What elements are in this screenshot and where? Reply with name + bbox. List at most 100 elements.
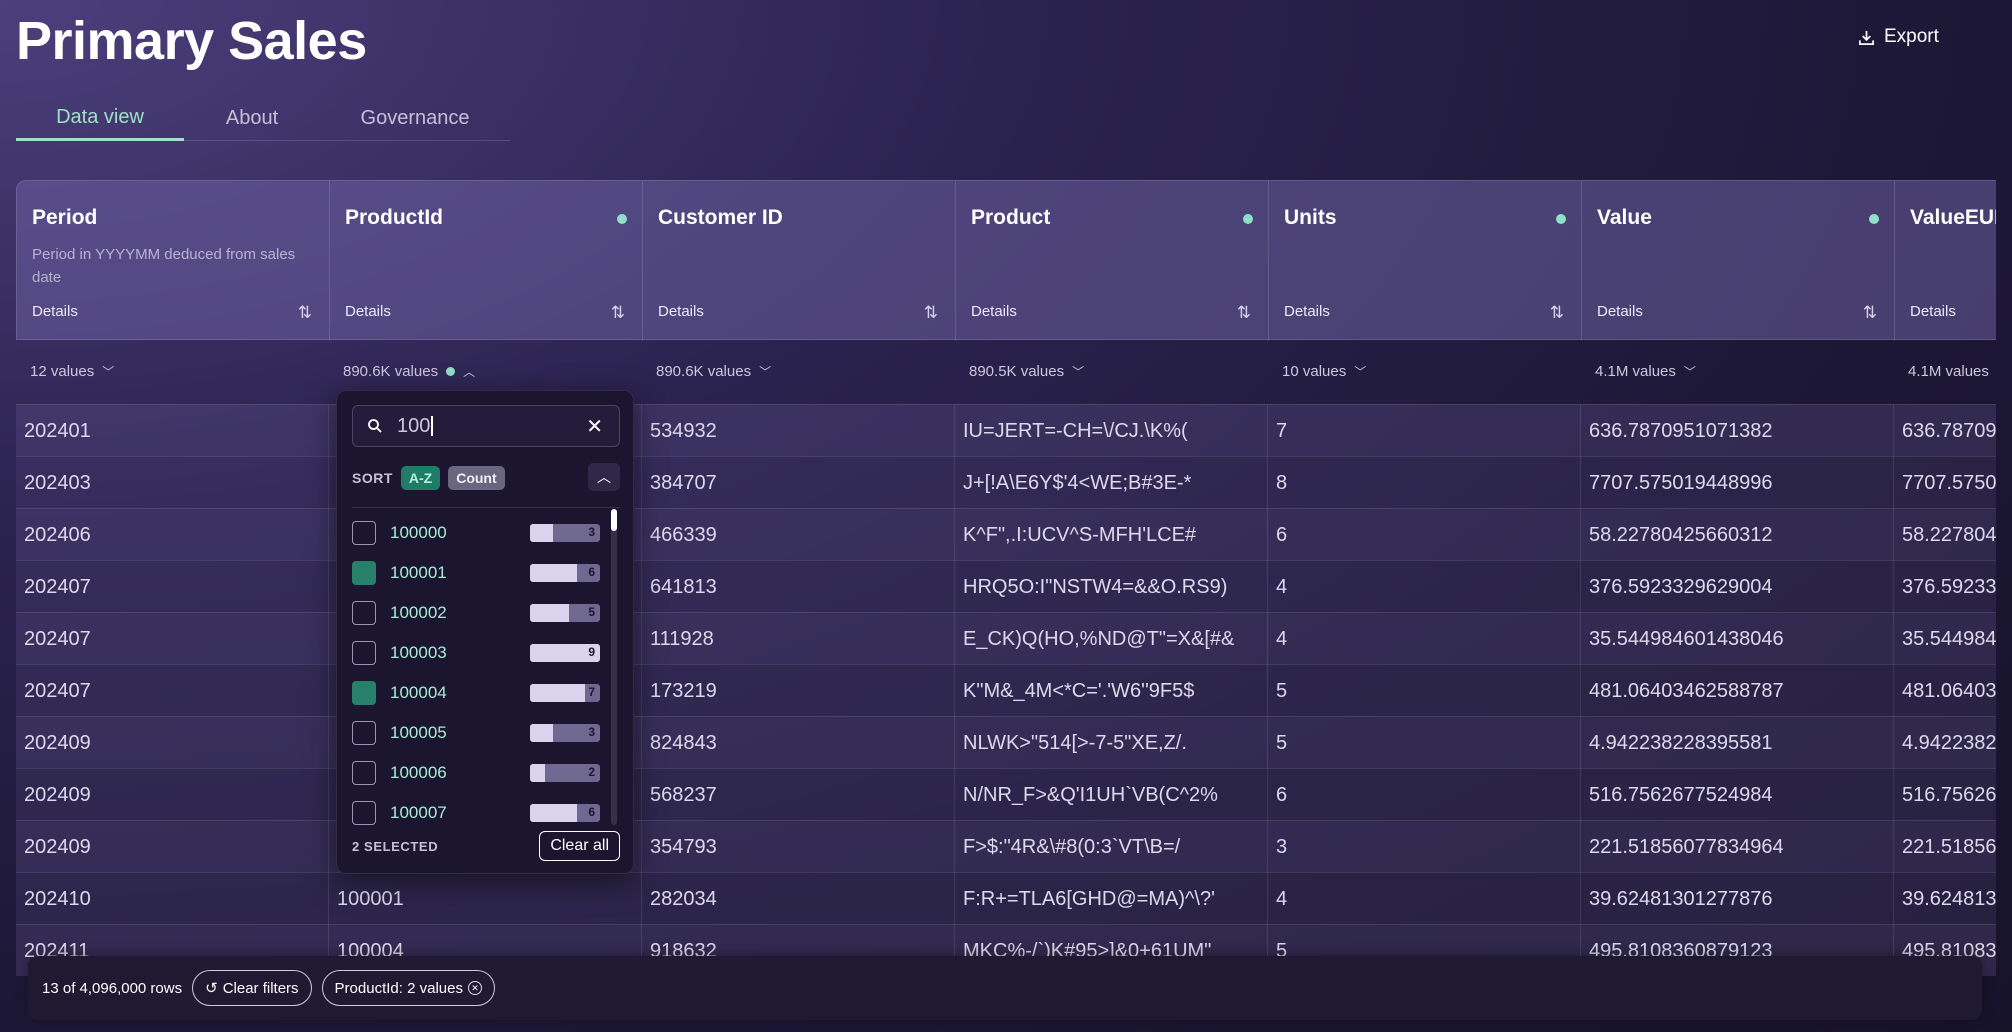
sort-icon[interactable]: ⇅ (611, 303, 625, 323)
table-row[interactable]: 202401 534932 IU=JERT=-CH=\/CJ.\K%(7 636.78… (16, 404, 1996, 457)
row-count: 13 of 4,096,000 rows (42, 979, 183, 997)
filter-summary: 890.6K values (343, 362, 439, 380)
column-filter-units[interactable]: 10 values ﹀ (1268, 340, 1581, 402)
text-caret (431, 416, 433, 436)
option-value: 100001 (390, 563, 447, 582)
clear-filters-button[interactable]: ↺ Clear filters (192, 970, 312, 1006)
value-option[interactable]: 100003 9 (352, 633, 602, 673)
scrollbar[interactable] (611, 509, 617, 825)
table-cell: 636.7870951071382 (1581, 405, 1894, 457)
details-link[interactable]: Details (1284, 303, 1330, 320)
filter-search-input[interactable]: 100 ✕ (352, 405, 620, 447)
value-list: 100000 3 100001 6 100002 5 100003 9 100004 7 10000… (352, 513, 602, 833)
data-grid: Period Period in YYYYMM deduced from sale… (16, 180, 1996, 1018)
checkbox[interactable] (352, 801, 376, 825)
column-filter-period[interactable]: 12 values ﹀ (16, 340, 329, 402)
tab-about[interactable]: About (184, 96, 320, 141)
table-row[interactable]: 202407 641813 HRQ5O:I"NSTW4=&&O.RS9) 4 376.5… (16, 560, 1996, 613)
count-bar-fill (530, 724, 554, 742)
table-cell: 5 (1268, 665, 1581, 717)
checkbox[interactable] (352, 601, 376, 625)
table-cell: 202409 (16, 717, 329, 769)
sort-az-button[interactable]: A-Z (400, 466, 441, 490)
table-cell: 4 (1268, 561, 1581, 613)
active-filter-chip[interactable]: ProductId: 2 values ✕ (321, 970, 495, 1006)
checkbox[interactable] (352, 521, 376, 545)
export-button[interactable]: Export (1857, 26, 1939, 48)
table-cell: HRQ5O:I"NSTW4=&&O.RS9) (955, 561, 1268, 613)
checkbox[interactable] (352, 561, 376, 585)
value-option[interactable]: 100001 6 (352, 553, 602, 593)
chevron-down-icon: ﹀ (1354, 364, 1367, 379)
option-count: 2 (588, 765, 595, 779)
filter-indicator-dot (1869, 214, 1879, 224)
reset-icon: ↺ (205, 980, 218, 997)
column-filter-product[interactable]: 890.5K values ﹀ (955, 340, 1268, 402)
table-row[interactable]: 202407 111928 E_CK)Q(HO,%ND@T"=X&[#& 4 35.54… (16, 612, 1996, 665)
clear-search-icon[interactable]: ✕ (586, 414, 603, 439)
column-name: Product (971, 206, 1051, 229)
tab-governance[interactable]: Governance (320, 96, 510, 141)
table-cell: 4.9422382 (1894, 717, 1996, 769)
column-description: Period in YYYYMM deduced from sales date (32, 246, 296, 286)
sort-icon[interactable]: ⇅ (1237, 303, 1251, 323)
table-cell: NLWK>"514[>-7-5"XE,Z/. (955, 717, 1268, 769)
table-row[interactable]: 202406 466339 K^F",.I:UCV^S-MFH'LCE# 6 58.22… (16, 508, 1996, 561)
value-option[interactable]: 100007 6 (352, 793, 602, 833)
clear-all-button[interactable]: Clear all (539, 831, 620, 861)
table-cell: N/NR_F>&Q'I1UH`VB(C^2% (955, 769, 1268, 821)
checkbox[interactable] (352, 761, 376, 785)
table-cell: 6 (1268, 509, 1581, 561)
sort-count-button[interactable]: Count (448, 466, 505, 490)
table-row[interactable]: 202409 824843 NLWK>"514[>-7-5"XE,Z/. 5 4.942… (16, 716, 1996, 769)
value-option[interactable]: 100004 7 (352, 673, 602, 713)
details-link[interactable]: Details (345, 303, 391, 320)
table-row[interactable]: 202409 354793 F>$:"4R&\#8(0:3`VT\B=/3 221.5… (16, 820, 1996, 873)
column-filter-customer-id[interactable]: 890.6K values ﹀ (642, 340, 955, 402)
sort-icon[interactable]: ⇅ (924, 303, 938, 323)
table-cell: 202409 (16, 821, 329, 873)
table-cell: 58.22780425660312 (1581, 509, 1894, 561)
table-cell: 516.7562677524984 (1581, 769, 1894, 821)
column-header-units: Units Details ⇅ (1269, 181, 1582, 341)
column-name: Units (1284, 206, 1337, 229)
checkbox[interactable] (352, 681, 376, 705)
value-option[interactable]: 100006 2 (352, 753, 602, 793)
details-link[interactable]: Details (1910, 303, 1956, 320)
value-option[interactable]: 100000 3 (352, 513, 602, 553)
checkbox[interactable] (352, 721, 376, 745)
value-option[interactable]: 100005 3 (352, 713, 602, 753)
scrollbar-thumb[interactable] (611, 509, 617, 531)
table-row[interactable]: 202409 568237 N/NR_F>&Q'I1UH`VB(C^2% 6 516.7… (16, 768, 1996, 821)
column-header-customer-id: Customer ID Details ⇅ (643, 181, 956, 341)
column-filter-value[interactable]: 4.1M values ﹀ (1581, 340, 1894, 402)
details-link[interactable]: Details (658, 303, 704, 320)
sort-icon[interactable]: ⇅ (298, 303, 312, 323)
table-row[interactable]: 202407 173219 K"M&_4M<*C='.'W6''9F5$ 5 481.0… (16, 664, 1996, 717)
tab-data-view[interactable]: Data view (16, 96, 184, 141)
filter-summary: 12 values (30, 362, 95, 380)
remove-filter-icon[interactable]: ✕ (467, 981, 482, 995)
checkbox[interactable] (352, 641, 376, 665)
option-value: 100003 (390, 643, 447, 662)
count-bar: 3 (530, 524, 600, 542)
value-option[interactable]: 100002 5 (352, 593, 602, 633)
column-filter-valueeur[interactable]: 4.1M values﹀ (1894, 340, 1996, 402)
table-cell: 35.544984 (1894, 613, 1996, 665)
table-cell: 202401 (16, 405, 329, 457)
sort-icon[interactable]: ⇅ (1863, 303, 1877, 323)
table-cell: 481.06403 (1894, 665, 1996, 717)
table-row[interactable]: 202410 100001 282034 F:R+=TLA6[GHD@=MA)^\?'… (16, 872, 1996, 925)
sort-icon[interactable]: ⇅ (1550, 303, 1564, 323)
details-link[interactable]: Details (32, 303, 78, 320)
details-link[interactable]: Details (971, 303, 1017, 320)
table-cell: 568237 (642, 769, 955, 821)
chevron-up-icon[interactable]: ︿ (588, 463, 620, 491)
option-value: 100004 (390, 683, 447, 702)
table-cell: 202407 (16, 613, 329, 665)
table-row[interactable]: 202403 384707 J+[!A\E6Y$'4<WE;B#3E-* 8 7707.… (16, 456, 1996, 509)
table-cell: 636.78709 (1894, 405, 1996, 457)
count-bar-fill (530, 564, 577, 582)
column-header-valueeur: ValueEUR Details (1895, 181, 1996, 341)
details-link[interactable]: Details (1597, 303, 1643, 320)
